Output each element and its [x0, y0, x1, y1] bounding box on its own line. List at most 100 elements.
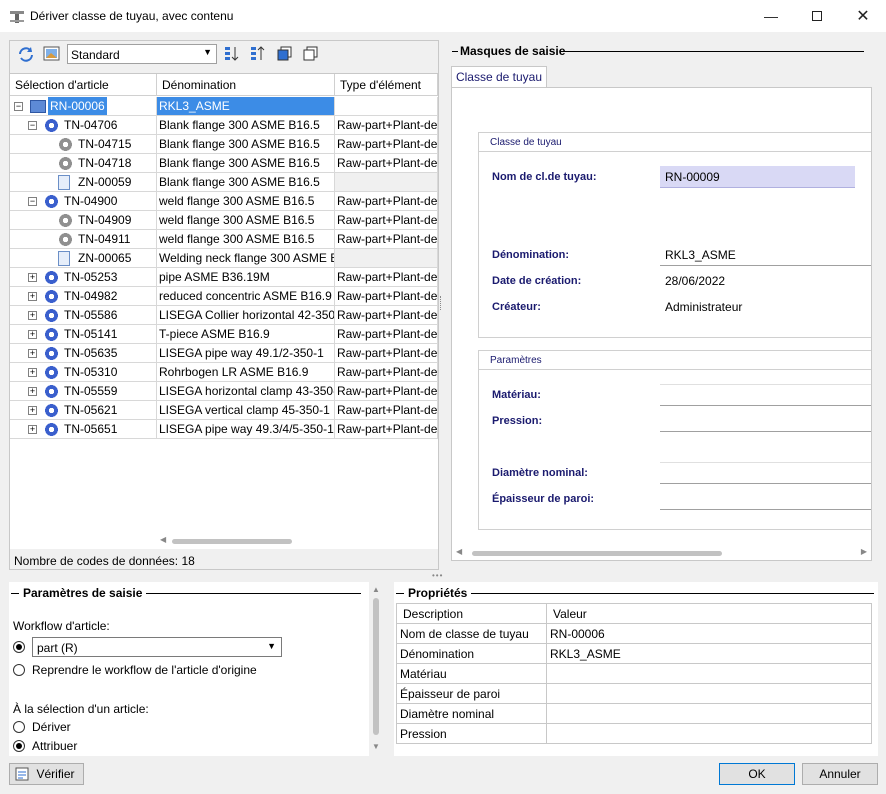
pressure-field[interactable]	[660, 410, 871, 432]
cancel-button[interactable]: Annuler	[802, 763, 878, 785]
tree-cell-id[interactable]: + TN-04982	[10, 287, 157, 306]
props-row-value[interactable]: RN-00006	[546, 623, 872, 644]
tree-item-type[interactable]: Raw-part+Plant-de	[335, 268, 438, 287]
tree-cell-id[interactable]: + TN-05559	[10, 382, 157, 401]
expand-icon[interactable]: +	[28, 425, 37, 434]
collapse-all-icon[interactable]	[302, 45, 320, 63]
image-view-icon[interactable]	[43, 45, 61, 63]
tree-row[interactable]: TN-04715 Blank flange 300 ASME B16.5 Raw-p…	[10, 135, 438, 154]
sort-up-icon[interactable]	[249, 45, 267, 63]
expand-icon[interactable]: +	[28, 368, 37, 377]
vertical-splitter[interactable]	[440, 296, 443, 310]
tree-item-name[interactable]: Welding neck flange 300 ASME B1	[157, 249, 335, 268]
tree-item-type[interactable]	[335, 249, 438, 268]
refresh-icon[interactable]	[17, 45, 35, 63]
tree-item-name[interactable]: RKL3_ASME	[157, 97, 335, 116]
expand-icon[interactable]: +	[28, 292, 37, 301]
maximize-icon[interactable]	[794, 0, 840, 32]
column-header-selection[interactable]: Sélection d'article	[10, 74, 157, 96]
scroll-down-icon[interactable]: ▼	[372, 742, 380, 751]
workflow-select[interactable]: part (R) ▼	[32, 637, 282, 657]
tree-cell-id[interactable]: TN-04909	[10, 211, 157, 230]
view-select[interactable]: Standard ▼	[67, 44, 217, 64]
creator-field[interactable]: Administrateur	[660, 296, 871, 318]
tree-item-name[interactable]: LISEGA Collier horizontal 42-350	[157, 306, 335, 325]
tree-item-type[interactable]: Raw-part+Plant-de	[335, 344, 438, 363]
tree-cell-id[interactable]: + TN-05586	[10, 306, 157, 325]
scroll-left-icon[interactable]: ◀	[160, 535, 166, 544]
tree-item-name[interactable]: Blank flange 300 ASME B16.5	[157, 173, 335, 192]
tree-cell-id[interactable]: + TN-05621	[10, 401, 157, 420]
props-row-value[interactable]	[546, 703, 872, 724]
tree-item-type[interactable]	[335, 97, 438, 116]
workflow-origin-radio[interactable]	[13, 664, 25, 676]
tree-row[interactable]: + TN-05635 LISEGA pipe way 49.1/2-350-1 Raw…	[10, 344, 438, 363]
sort-down-icon[interactable]	[223, 45, 241, 63]
tree-row[interactable]: ZN-00065 Welding neck flange 300 ASME B1	[10, 249, 438, 268]
tree-cell-id[interactable]: ZN-00059	[10, 173, 157, 192]
tree-item-type[interactable]: Raw-part+Plant-de	[335, 116, 438, 135]
tree-horizontal-scrollbar[interactable]: ◀	[158, 534, 438, 548]
tree-item-type[interactable]	[335, 173, 438, 192]
tree-cell-id[interactable]: − RN-00006	[10, 97, 157, 116]
tree-row[interactable]: + TN-05586 LISEGA Collier horizontal 42-35…	[10, 306, 438, 325]
tree-item-type[interactable]: Raw-part+Plant-de	[335, 192, 438, 211]
expand-icon[interactable]: +	[28, 311, 37, 320]
tree-cell-id[interactable]: + TN-05635	[10, 344, 157, 363]
tree-cell-id[interactable]: + TN-05651	[10, 420, 157, 439]
params-scroll-thumb[interactable]	[373, 598, 379, 735]
tree-item-type[interactable]: Raw-part+Plant-de	[335, 154, 438, 173]
tree-item-name[interactable]: reduced concentric ASME B16.9	[157, 287, 335, 306]
tree-row[interactable]: + TN-05621 LISEGA vertical clamp 45-350-1 R…	[10, 401, 438, 420]
tree-cell-id[interactable]: TN-04718	[10, 154, 157, 173]
tree-item-type[interactable]: Raw-part+Plant-de	[335, 420, 438, 439]
tab-pipe-class[interactable]: Classe de tuyau	[451, 66, 547, 88]
props-row[interactable]: Matériau	[396, 663, 872, 684]
scroll-left-icon[interactable]: ◀	[456, 547, 462, 556]
props-row[interactable]: Pression	[396, 723, 872, 744]
collapse-icon[interactable]: −	[28, 121, 37, 130]
tree-item-type[interactable]: Raw-part+Plant-de	[335, 401, 438, 420]
horizontal-splitter[interactable]: •••	[432, 571, 443, 580]
workflow-radio[interactable]	[13, 641, 25, 653]
props-col-value[interactable]: Valeur	[546, 603, 872, 624]
tree-item-name[interactable]: Blank flange 300 ASME B16.5	[157, 135, 335, 154]
props-row[interactable]: Diamètre nominal	[396, 703, 872, 724]
tree-item-type[interactable]: Raw-part+Plant-de	[335, 135, 438, 154]
tree-scroll-thumb[interactable]	[172, 539, 292, 544]
tree-item-type[interactable]: Raw-part+Plant-de	[335, 287, 438, 306]
tree-item-type[interactable]: Raw-part+Plant-de	[335, 382, 438, 401]
tree-item-name[interactable]: pipe ASME B36.19M	[157, 268, 335, 287]
tree-cell-id[interactable]: TN-04715	[10, 135, 157, 154]
assign-radio[interactable]	[13, 740, 25, 752]
tree-cell-id[interactable]: − TN-04706	[10, 116, 157, 135]
props-row-value[interactable]	[546, 663, 872, 684]
params-vertical-scrollbar[interactable]: ▲ ▼	[369, 582, 383, 756]
props-row[interactable]: Dénomination RKL3_ASME	[396, 643, 872, 664]
props-row-value[interactable]	[546, 683, 872, 704]
props-row-value[interactable]	[546, 723, 872, 744]
tree-row[interactable]: + TN-04982 reduced concentric ASME B16.9 Ra…	[10, 287, 438, 306]
masques-horizontal-scrollbar[interactable]: ◀ ▶	[452, 546, 871, 560]
tree-cell-id[interactable]: TN-04911	[10, 230, 157, 249]
verify-button[interactable]: Vérifier	[9, 763, 84, 785]
props-col-description[interactable]: Description	[396, 603, 547, 624]
scroll-up-icon[interactable]: ▲	[372, 585, 380, 594]
tree-row[interactable]: + TN-05141 T-piece ASME B16.9 Raw-part+Plan…	[10, 325, 438, 344]
tree-item-name[interactable]: weld flange 300 ASME B16.5	[157, 192, 335, 211]
tree-row[interactable]: − RN-00006 RKL3_ASME	[10, 97, 438, 116]
expand-icon[interactable]: +	[28, 349, 37, 358]
tree-row[interactable]: + TN-05310 Rohrbogen LR ASME B16.9 Raw-part…	[10, 363, 438, 382]
expand-icon[interactable]: +	[28, 330, 37, 339]
tree-item-name[interactable]: weld flange 300 ASME B16.5	[157, 230, 335, 249]
tree-row[interactable]: + TN-05651 LISEGA pipe way 49.3/4/5-350-1 R…	[10, 420, 438, 439]
scroll-right-icon[interactable]: ▶	[861, 547, 867, 556]
derive-label[interactable]: Dériver	[32, 720, 71, 734]
tree-item-name[interactable]: Rohrbogen LR ASME B16.9	[157, 363, 335, 382]
tree-row[interactable]: − TN-04706 Blank flange 300 ASME B16.5 Raw-…	[10, 116, 438, 135]
expand-icon[interactable]: +	[28, 406, 37, 415]
minimize-icon[interactable]: —	[748, 0, 794, 32]
tree-row[interactable]: TN-04911 weld flange 300 ASME B16.5 Raw-pa…	[10, 230, 438, 249]
tree-item-name[interactable]: Blank flange 300 ASME B16.5	[157, 154, 335, 173]
tree-item-type[interactable]: Raw-part+Plant-de	[335, 363, 438, 382]
